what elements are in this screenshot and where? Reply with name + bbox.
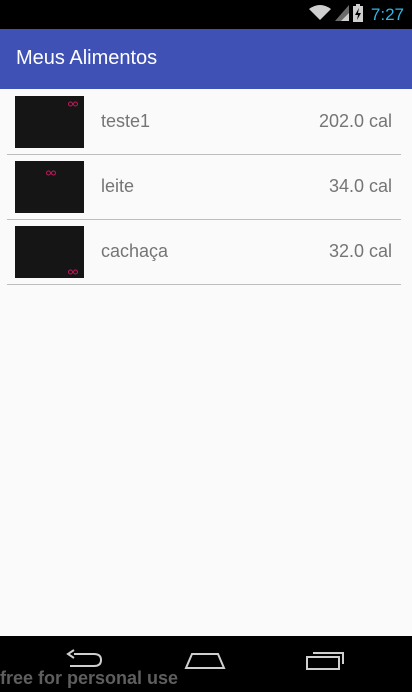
wifi-icon	[308, 4, 331, 26]
food-thumbnail	[15, 96, 84, 148]
food-calories: 34.0 cal	[328, 176, 392, 196]
list-item[interactable]: leite 34.0 cal	[7, 155, 401, 220]
food-calories: 32.0 cal	[328, 241, 392, 261]
signal-icon	[334, 4, 349, 26]
battery-charging-icon	[352, 3, 363, 27]
watermark: free for personal use	[0, 668, 179, 688]
eyes-icon	[68, 101, 78, 107]
food-name: leite	[101, 176, 135, 196]
app-bar: Meus Alimentos	[0, 29, 412, 89]
eyes-icon	[46, 170, 56, 176]
home-icon[interactable]	[184, 648, 226, 677]
status-icons: 7:27	[308, 3, 404, 27]
list-item[interactable]: cachaça 32.0 cal	[7, 220, 401, 285]
status-bar: 7:27	[0, 0, 412, 29]
food-name: teste1	[101, 111, 151, 131]
food-calories: 202.0 cal	[318, 111, 392, 131]
list-item[interactable]: teste1 202.0 cal	[7, 90, 401, 155]
food-thumbnail	[15, 161, 84, 213]
food-list: teste1 202.0 cal leite 34.0 cal cachaça …	[0, 89, 412, 636]
recents-icon[interactable]	[305, 648, 345, 677]
eyes-icon	[68, 269, 78, 275]
status-time: 7:27	[370, 5, 404, 24]
food-thumbnail	[15, 226, 84, 278]
page-title: Meus Alimentos	[16, 47, 158, 69]
food-name: cachaça	[101, 241, 169, 261]
